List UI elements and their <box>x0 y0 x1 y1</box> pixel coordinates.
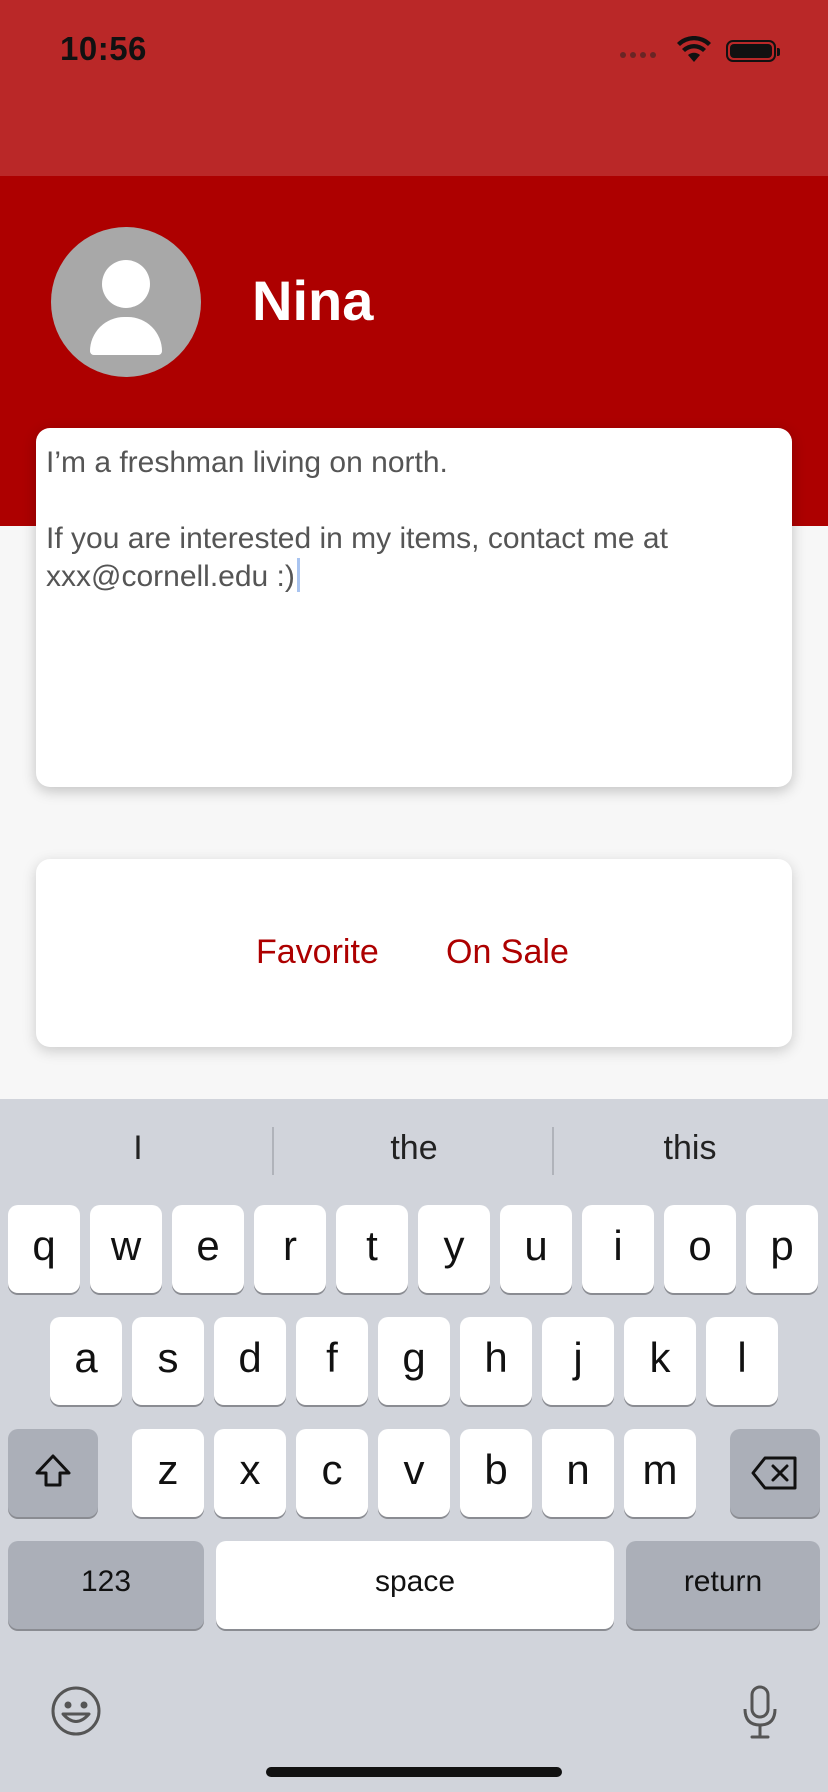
avatar[interactable] <box>51 227 201 377</box>
key-i[interactable]: i <box>582 1205 654 1293</box>
key-g[interactable]: g <box>378 1317 450 1405</box>
key-t[interactable]: t <box>336 1205 408 1293</box>
key-y[interactable]: y <box>418 1205 490 1293</box>
status-time: 10:56 <box>60 30 147 67</box>
signal-icon <box>620 52 656 58</box>
suggestion-item[interactable]: this <box>552 1129 828 1168</box>
home-indicator <box>266 1767 562 1777</box>
key-z[interactable]: z <box>132 1429 204 1517</box>
segment-card: Favorite On Sale <box>36 859 792 1047</box>
key-j[interactable]: j <box>542 1317 614 1405</box>
key-o[interactable]: o <box>664 1205 736 1293</box>
suggestion-item[interactable]: the <box>276 1129 552 1168</box>
profile-name: Nina <box>252 269 374 332</box>
wifi-icon <box>677 36 711 62</box>
suggestion-item[interactable]: I <box>0 1129 276 1168</box>
key-w[interactable]: w <box>90 1205 162 1293</box>
return-key[interactable]: return <box>626 1541 820 1629</box>
backspace-key[interactable] <box>730 1429 820 1517</box>
key-x[interactable]: x <box>214 1429 286 1517</box>
key-k[interactable]: k <box>624 1317 696 1405</box>
key-a[interactable]: a <box>50 1317 122 1405</box>
backspace-icon <box>751 1456 797 1490</box>
emoji-icon[interactable] <box>50 1685 102 1737</box>
bio-text-view[interactable]: I’m a freshman living on north. If you a… <box>36 428 792 787</box>
key-m[interactable]: m <box>624 1429 696 1517</box>
suggestion-bar: I the this <box>0 1099 828 1203</box>
key-e[interactable]: e <box>172 1205 244 1293</box>
divider <box>272 1127 274 1175</box>
status-bar: 10:56 <box>0 0 828 176</box>
battery-icon <box>726 40 780 62</box>
person-icon <box>102 260 150 308</box>
tab-on-sale[interactable]: On Sale <box>446 933 569 972</box>
key-c[interactable]: c <box>296 1429 368 1517</box>
key-d[interactable]: d <box>214 1317 286 1405</box>
key-l[interactable]: l <box>706 1317 778 1405</box>
space-key[interactable]: space <box>216 1541 614 1629</box>
microphone-icon[interactable] <box>740 1685 780 1741</box>
text-cursor <box>296 558 300 592</box>
key-p[interactable]: p <box>746 1205 818 1293</box>
shift-icon <box>35 1454 71 1487</box>
key-f[interactable]: f <box>296 1317 368 1405</box>
key-u[interactable]: u <box>500 1205 572 1293</box>
bio-text: I’m a freshman living on north. If you a… <box>46 446 668 593</box>
key-q[interactable]: q <box>8 1205 80 1293</box>
shift-key[interactable] <box>8 1429 98 1517</box>
numbers-key[interactable]: 123 <box>8 1541 204 1629</box>
key-v[interactable]: v <box>378 1429 450 1517</box>
key-b[interactable]: b <box>460 1429 532 1517</box>
key-s[interactable]: s <box>132 1317 204 1405</box>
key-r[interactable]: r <box>254 1205 326 1293</box>
tab-favorite[interactable]: Favorite <box>256 933 379 972</box>
key-n[interactable]: n <box>542 1429 614 1517</box>
keyboard: I the this q w e r t y u i o p a s d f g… <box>0 1099 828 1792</box>
status-icons <box>620 36 790 66</box>
key-h[interactable]: h <box>460 1317 532 1405</box>
